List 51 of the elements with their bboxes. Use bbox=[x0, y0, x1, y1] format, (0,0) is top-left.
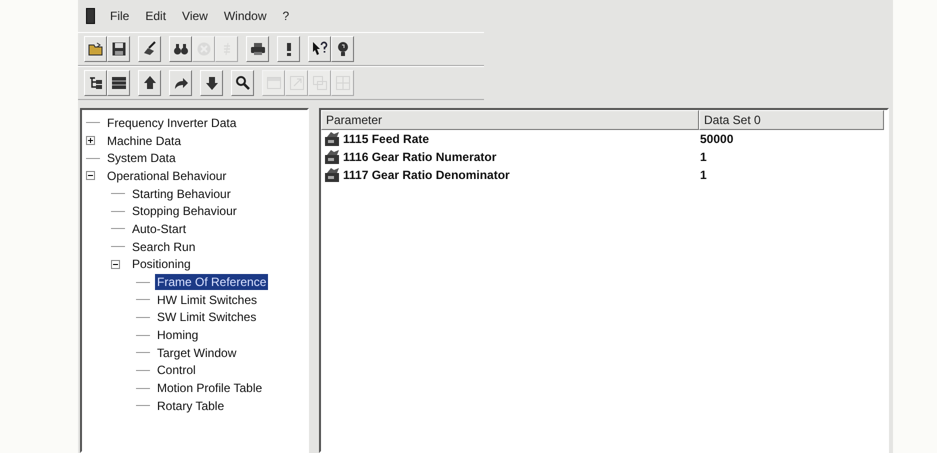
tree-item[interactable]: Rotary Table bbox=[155, 398, 226, 414]
parameter-icon bbox=[324, 167, 342, 183]
tree-item[interactable]: Frame Of Reference bbox=[155, 274, 268, 290]
tree-item[interactable]: HW Limit Switches bbox=[155, 292, 260, 308]
help-pointer-icon bbox=[312, 41, 328, 57]
tree-item[interactable]: Starting Behaviour bbox=[130, 186, 233, 202]
table-cell: 1117 Gear Ratio Denominator bbox=[343, 168, 510, 182]
menu-item[interactable]: File bbox=[109, 9, 130, 23]
collapse-toggle[interactable] bbox=[86, 171, 95, 180]
tree-item[interactable]: Homing bbox=[155, 327, 200, 344]
resize-icon bbox=[288, 75, 304, 91]
tree-item[interactable]: Motion Profile Table bbox=[155, 380, 264, 396]
collapse-toggle[interactable] bbox=[111, 260, 120, 269]
tree-item[interactable]: System Data bbox=[105, 150, 178, 166]
list-view-icon bbox=[110, 75, 126, 91]
tree-view-icon bbox=[88, 75, 104, 91]
menu-item[interactable]: View bbox=[181, 9, 209, 23]
tree-item[interactable]: Machine Data bbox=[105, 132, 184, 149]
grid-icon bbox=[334, 75, 350, 91]
printer-icon bbox=[250, 41, 266, 57]
tree-item[interactable]: Control bbox=[155, 362, 198, 378]
parameter-icon bbox=[324, 131, 342, 147]
tree-item[interactable]: Operational Behaviour bbox=[105, 168, 228, 184]
table-cell: 1116 Gear Ratio Numerator bbox=[343, 150, 496, 164]
tree-item[interactable]: Stopping Behaviour bbox=[130, 203, 239, 220]
tree-item[interactable]: SW Limit Switches bbox=[155, 309, 258, 326]
binoculars-icon bbox=[172, 41, 188, 57]
menu-item[interactable]: Window bbox=[222, 9, 268, 23]
column-header[interactable]: Parameter bbox=[321, 110, 699, 130]
tree-item[interactable]: Frequency Inverter Data bbox=[105, 114, 238, 131]
table-cell-text: 1 bbox=[699, 150, 708, 164]
window-icon bbox=[266, 75, 282, 91]
tree-item[interactable]: Auto-Start bbox=[130, 220, 188, 237]
cascade-icon bbox=[312, 75, 328, 91]
table-cell-text: 1 bbox=[699, 168, 708, 182]
parameter-icon bbox=[324, 149, 342, 165]
table-cell: 1115 Feed Rate bbox=[343, 132, 430, 146]
search-icon bbox=[234, 75, 250, 91]
exclamation-icon bbox=[286, 42, 290, 56]
curved-arrow-icon bbox=[172, 75, 188, 91]
tree-item[interactable]: Positioning bbox=[130, 256, 193, 272]
column-header[interactable]: Data Set 0 bbox=[699, 110, 884, 130]
folder-icon bbox=[88, 41, 104, 57]
menu-item[interactable]: Edit bbox=[144, 9, 168, 23]
menu-item[interactable]: ? bbox=[282, 9, 290, 23]
tree-item[interactable]: Search Run bbox=[130, 238, 198, 255]
table-cell-text: 50000 bbox=[699, 132, 734, 146]
down-arrow-icon bbox=[204, 75, 220, 91]
tree-item[interactable]: Target Window bbox=[155, 344, 238, 361]
expand-toggle[interactable] bbox=[86, 136, 95, 146]
up-arrow-icon bbox=[142, 75, 158, 91]
